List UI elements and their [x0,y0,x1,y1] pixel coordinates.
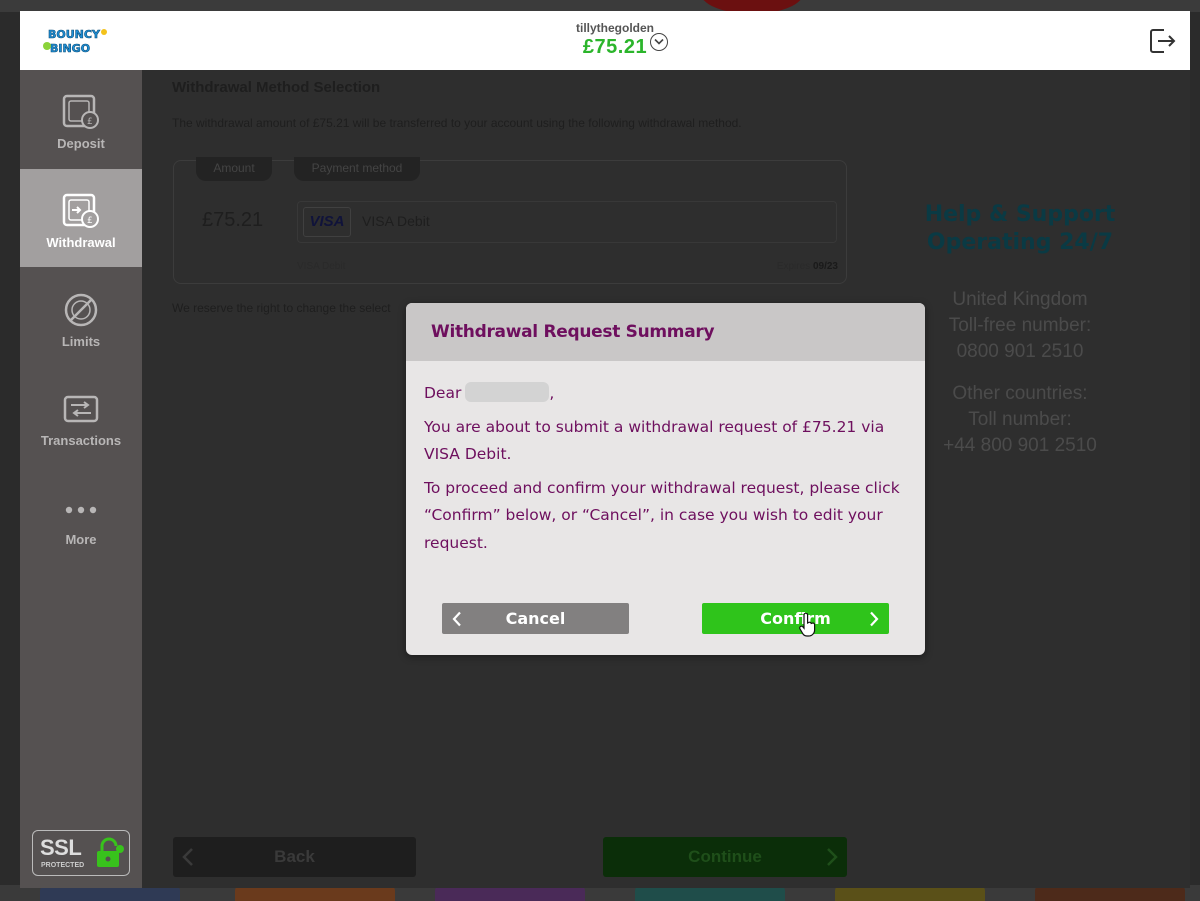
username: tillythegolden [576,21,654,35]
continue-button-label: Continue [688,847,762,866]
dialog-body: Dear, You are about to submit a withdraw… [424,380,914,563]
help-title: Help & Support Operating 24/7 [910,201,1130,257]
other-toll-label: Toll number: [968,409,1072,430]
ssl-protected-badge: SSL PROTECTED [32,830,130,876]
svg-text:BOUNCY: BOUNCY [48,28,101,41]
sidebar: £ Deposit £ Withdrawal Limits Transactio… [20,70,142,888]
greeting-text: Dear [424,384,462,402]
dialog-header: Withdrawal Request Summary [406,303,925,361]
hand-cursor-icon [799,613,816,637]
payment-method-option[interactable]: VISA VISA Debit [297,201,837,243]
withdrawal-method-card: Amount Payment method £75.21 VISA VISA D… [173,157,847,284]
chevron-down-circle-icon[interactable] [650,33,668,51]
dialog-title: Withdrawal Request Summary [431,322,715,342]
withdrawal-icon: £ [62,193,99,228]
sidebar-item-label: Deposit [57,136,105,151]
help-contact: United Kingdom Toll-free number: 0800 90… [910,287,1130,459]
sidebar-item-label: Withdrawal [46,235,116,250]
page-description: The withdrawal amount of £75.21 will be … [172,116,742,130]
uk-phone-number[interactable]: 0800 901 2510 [910,339,1130,365]
cancel-button[interactable]: Cancel [442,603,629,634]
help-title-line: Operating 24/7 [926,230,1114,255]
transactions-icon [63,395,99,423]
payment-method-tab-label: Payment method [294,157,420,181]
limits-icon [64,293,98,327]
logout-icon[interactable] [1148,27,1176,55]
summary-line: You are about to submit a withdrawal req… [424,417,885,464]
page-title: Withdrawal Method Selection [172,79,381,96]
sidebar-item-limits[interactable]: Limits [20,268,142,366]
deposit-icon: £ [62,94,99,129]
sidebar-item-label: Transactions [40,433,122,448]
chevron-right-icon [870,611,879,627]
other-countries-label: Other countries: [952,383,1088,404]
other-phone-number[interactable]: +44 800 901 2510 [910,433,1130,459]
back-button-label: Back [274,847,315,866]
back-button[interactable]: Back [173,837,416,877]
masked-card-label: VISA Debit [297,261,346,272]
instructions-line: To proceed and confirm your withdrawal r… [424,478,900,552]
svg-text:£: £ [87,117,93,127]
payment-method-name: VISA Debit [362,213,430,229]
redacted-name [465,382,550,402]
help-title-line: Help & Support [924,202,1116,227]
more-dots-icon [65,506,97,514]
sidebar-item-label: More [65,532,97,547]
chevron-right-icon [827,848,838,866]
greeting-suffix: , [549,384,555,402]
confirm-button[interactable]: Confirm [702,603,889,634]
ssl-label: SSL [40,835,82,860]
expires-value: 09/23 [812,261,838,272]
withdrawal-summary-dialog: Withdrawal Request Summary Dear, You are… [406,303,925,655]
uk-toll-free-label: Toll-free number: [948,315,1092,336]
withdrawal-amount: £75.21 [202,209,264,231]
amount-tab-label: Amount [196,157,272,181]
visa-logo: VISA [303,207,351,237]
greeting: Dear, [424,380,914,408]
expires-label: Expires [776,261,811,272]
cancel-button-label: Cancel [505,609,566,628]
sidebar-item-transactions[interactable]: Transactions [20,367,142,465]
sidebar-item-label: Limits [61,334,101,349]
card-expiry: Expires 09/23 [777,261,838,272]
top-bar: BOUNCY BINGO tillythegolden £75.21 [20,11,1190,70]
ssl-sub-label: PROTECTED [41,862,85,869]
reserve-note: We reserve the right to change the selec… [172,301,391,315]
continue-button[interactable]: Continue [603,837,847,877]
page: BOUNCY BINGO tillythegolden £75.21 £ Dep… [0,0,1200,901]
svg-text:£: £ [87,216,93,226]
sidebar-item-more[interactable]: More [20,466,142,564]
svg-text:BINGO: BINGO [50,42,90,55]
uk-label: United Kingdom [952,289,1088,310]
padlock-icon [97,837,124,867]
confirm-button-label: Confirm [760,609,831,628]
sidebar-item-withdrawal[interactable]: £ Withdrawal [20,169,142,267]
bouncy-bingo-logo[interactable]: BOUNCY BINGO [42,24,110,58]
sidebar-item-deposit[interactable]: £ Deposit [20,70,142,168]
